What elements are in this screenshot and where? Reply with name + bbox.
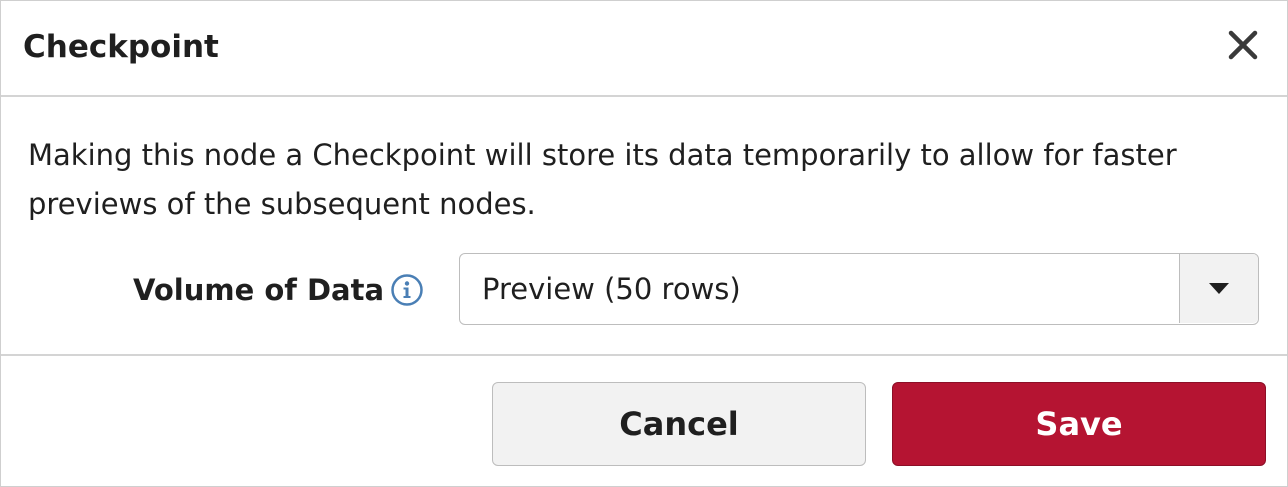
dialog-description: Making this node a Checkpoint will store… <box>28 138 1177 221</box>
dialog-header: Checkpoint <box>1 1 1287 97</box>
save-button[interactable]: Save <box>892 382 1266 466</box>
caret-down-icon <box>1209 283 1229 294</box>
volume-of-data-select[interactable]: Preview (50 rows) <box>459 253 1259 325</box>
volume-of-data-label: Volume of Data <box>133 273 385 307</box>
close-icon <box>1228 30 1258 60</box>
close-button[interactable] <box>1223 25 1263 65</box>
dialog-title: Checkpoint <box>23 29 219 65</box>
select-dropdown-button[interactable] <box>1179 254 1258 323</box>
footer-divider <box>1 354 1287 356</box>
info-icon[interactable] <box>390 273 424 307</box>
checkpoint-dialog: Checkpoint Making this node a Checkpoint… <box>0 0 1288 487</box>
cancel-button[interactable]: Cancel <box>492 382 866 466</box>
select-selected-value: Preview (50 rows) <box>482 272 741 306</box>
